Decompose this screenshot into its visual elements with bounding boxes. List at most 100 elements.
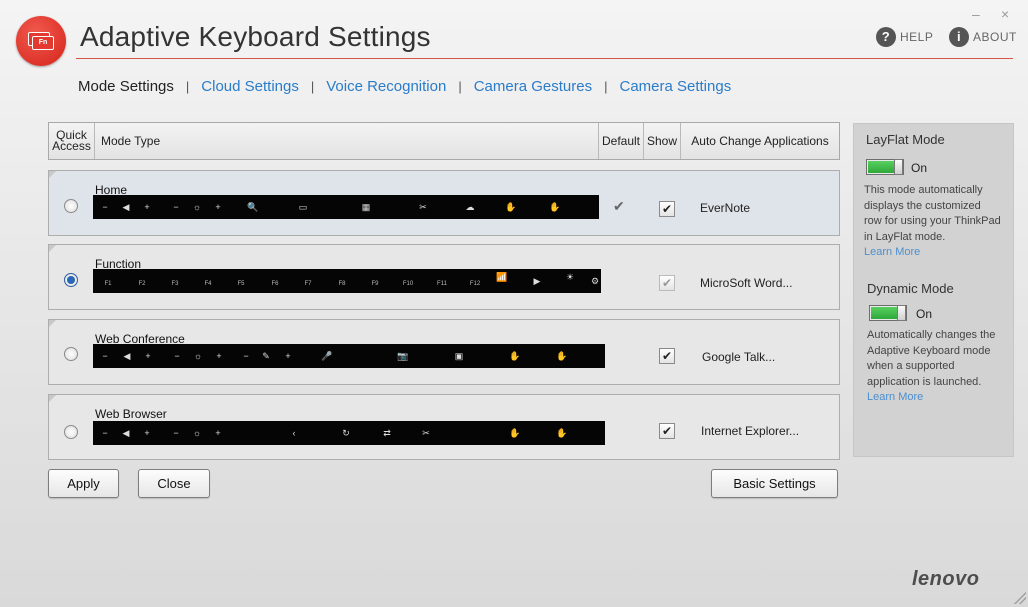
mic-minus-key: − — [243, 351, 249, 361]
back-icon: ‹ — [292, 428, 296, 438]
volume-minus-key: − — [102, 428, 108, 438]
column-default: Default — [599, 123, 644, 159]
tab-voice-recognition[interactable]: Voice Recognition — [326, 78, 446, 95]
default-check-icon[interactable]: ✔ — [613, 198, 625, 215]
volume-minus-key: − — [102, 351, 108, 361]
mode-row-home[interactable]: Home − ◀ + − ☼ + 🔍 ▭ ▦ ✂ ☁ ✋ ✋ ✔ ✔ EverN… — [48, 170, 840, 236]
info-icon: i — [949, 27, 969, 47]
camera-icon: 📷 — [397, 351, 409, 361]
basic-settings-button[interactable]: Basic Settings — [711, 469, 838, 498]
help-label: HELP — [900, 30, 934, 44]
search-icon: 🔍 — [247, 202, 259, 212]
brightness-plus-key: + — [216, 351, 222, 361]
show-checkbox-web-browser[interactable]: ✔ — [659, 423, 675, 439]
dynamic-desc-line: Automatically changes the — [867, 329, 996, 341]
about-link[interactable]: i ABOUT — [949, 27, 1017, 47]
quick-access-radio-web-browser[interactable] — [64, 425, 78, 439]
help-icon: ? — [876, 27, 896, 47]
tab-separator: | — [604, 79, 608, 94]
layflat-mode-title: LayFlat Mode — [866, 132, 945, 147]
volume-plus-key: + — [145, 351, 151, 361]
keyboard-strip-function: F1 F2 F3 F4 F5 F6 F7 F8 F9 F10 F11 F12 📶… — [93, 269, 601, 293]
apps-grid-icon: ▦ — [361, 202, 371, 212]
app-logo-icon: Fn — [16, 16, 66, 66]
dynamic-desc-line: when a supported — [867, 360, 955, 372]
column-show: Show — [644, 123, 681, 159]
resize-grip-icon[interactable] — [1014, 592, 1026, 604]
layflat-desc-line: in LayFlat mode. — [864, 230, 946, 243]
show-checkbox-home[interactable]: ✔ — [659, 201, 675, 217]
projector-icon: ▶ — [533, 276, 541, 286]
mode-name: Web Browser — [95, 407, 167, 421]
tab-switch-icon: ⇄ — [383, 428, 391, 438]
brightness-minus-key: − — [173, 202, 179, 212]
minimize-button[interactable]: – — [972, 6, 980, 22]
app-title: Adaptive Keyboard Settings — [80, 21, 431, 52]
layflat-learn-more-link[interactable]: Learn More — [864, 246, 920, 258]
dynamic-toggle[interactable] — [869, 305, 907, 321]
snipping-tool-icon: ✂ — [422, 428, 430, 438]
tab-mode-settings[interactable]: Mode Settings — [78, 78, 174, 95]
f9-key: F9 — [371, 281, 379, 287]
keyboard-icon: ▭ — [298, 202, 308, 212]
close-button[interactable]: Close — [138, 469, 210, 498]
brightness-plus-key: + — [215, 428, 221, 438]
show-checkbox-function: ✔ — [659, 275, 675, 291]
speaker-icon: ◀ — [122, 202, 130, 212]
logo-fn-text: Fn — [38, 39, 48, 46]
column-quick-access-line2: Access — [52, 139, 91, 153]
auto-change-app: EverNote — [700, 201, 751, 215]
keyboard-strip-web-conference: − ◀ + − ☼ + − ✎ + 🎤 📷 ▣ ✋ ✋ — [93, 344, 605, 368]
dynamic-state: On — [916, 307, 933, 321]
column-mode-type: Mode Type — [95, 123, 599, 159]
mode-row-web-browser[interactable]: Web Browser − ◀ + − ☼ + ‹ ↻ ⇄ ✂ ✋ ✋ ✔ In… — [48, 394, 840, 460]
side-panel: LayFlat Mode On This mode automatically … — [853, 123, 1014, 457]
speaker-icon: ◀ — [123, 351, 131, 361]
apply-button[interactable]: Apply — [48, 469, 119, 498]
tab-separator: | — [458, 79, 462, 94]
pen-icon: ✎ — [262, 351, 270, 361]
f4-key: F4 — [204, 281, 212, 287]
quick-access-radio-web-conference[interactable] — [64, 347, 78, 361]
brightness-minus-key: − — [174, 351, 180, 361]
lenovo-logo: lenovo — [912, 568, 980, 590]
tab-cloud-settings[interactable]: Cloud Settings — [201, 78, 299, 95]
dynamic-desc-line: Adaptive Keyboard mode — [867, 344, 991, 357]
volume-plus-key: + — [144, 202, 150, 212]
f3-key: F3 — [171, 281, 179, 287]
quick-access-radio-home[interactable] — [64, 199, 78, 213]
about-label: ABOUT — [973, 30, 1017, 44]
close-window-button[interactable]: × — [1001, 6, 1009, 22]
camera-gesture-icon: ✋ — [556, 428, 568, 438]
camera-gesture-icon: ✋ — [556, 351, 568, 361]
help-link[interactable]: ? HELP — [876, 27, 933, 47]
mic-plus-key: + — [285, 351, 291, 361]
layflat-desc-line: row for using your ThinkPad — [864, 215, 1001, 227]
auto-change-app: MicroSoft Word... — [700, 276, 793, 290]
backlight-icon: ☀ — [565, 272, 575, 282]
wireless-icon: 📶 — [496, 272, 508, 282]
f1-key: F1 — [104, 281, 112, 287]
tab-camera-settings[interactable]: Camera Settings — [619, 78, 731, 95]
title-divider — [76, 58, 1013, 59]
mode-row-web-conference[interactable]: Web Conference − ◀ + − ☼ + − ✎ + 🎤 📷 ▣ ✋… — [48, 319, 840, 385]
tab-separator: | — [310, 79, 315, 94]
f10-key: F10 — [402, 281, 414, 287]
dynamic-mode-title: Dynamic Mode — [867, 281, 954, 296]
f7-key: F7 — [304, 281, 312, 287]
dynamic-learn-more-link[interactable]: Learn More — [867, 391, 923, 403]
dynamic-description: Automatically changes the Adaptive Keybo… — [867, 328, 1007, 390]
mode-row-function[interactable]: Function F1 F2 F3 F4 F5 F6 F7 F8 F9 F10 … — [48, 244, 840, 310]
layflat-description: This mode automatically displays the cus… — [864, 183, 1004, 245]
microphone-icon: 🎤 — [321, 351, 333, 361]
column-quick-access: Quick Access — [49, 123, 95, 159]
voice-gesture-icon: ✋ — [505, 202, 517, 212]
quick-access-radio-function[interactable] — [64, 273, 78, 287]
keyboard-strip-home: − ◀ + − ☼ + 🔍 ▭ ▦ ✂ ☁ ✋ ✋ — [93, 195, 599, 219]
settings-icon: ⚙ — [590, 276, 600, 286]
show-checkbox-web-conference[interactable]: ✔ — [659, 348, 675, 364]
tab-camera-gestures[interactable]: Camera Gestures — [474, 78, 592, 95]
auto-change-app: Internet Explorer... — [701, 424, 800, 438]
layflat-toggle[interactable] — [866, 159, 904, 175]
tab-separator: | — [185, 79, 190, 94]
